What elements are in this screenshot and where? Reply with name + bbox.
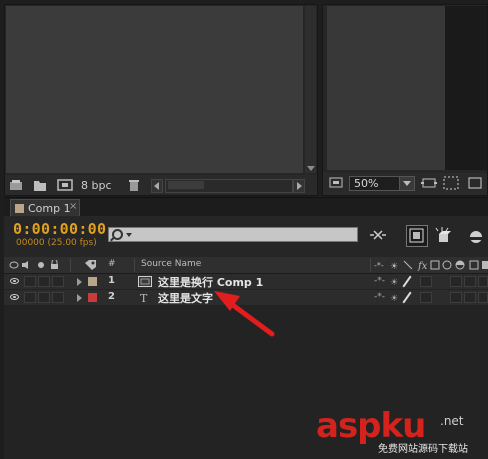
scroll-left-button[interactable]	[151, 179, 163, 193]
project-panel: 8 bpc	[4, 4, 318, 196]
layer-row-1[interactable]: 1 这里是换行 Comp 1 -*- ☀	[4, 274, 488, 290]
composition-mini-flowchart-icon[interactable]	[368, 225, 388, 245]
project-bottom-bar: 8 bpc	[5, 175, 317, 195]
scrollbar-thumb[interactable]	[168, 181, 204, 189]
visibility-eye-icon[interactable]	[10, 278, 19, 284]
title-safe-grid-icon[interactable]	[443, 176, 459, 190]
horizontal-scrollbar-track[interactable]	[165, 179, 293, 193]
comp-color-swatch	[15, 204, 24, 213]
delete-trash-icon[interactable]	[127, 179, 141, 191]
zoom-value: 50%	[354, 177, 379, 190]
svg-text:☀: ☀	[390, 262, 398, 271]
layer-column-header: # Source Name -*- ☀ fx	[4, 257, 488, 274]
expand-layer-icon[interactable]	[77, 294, 82, 302]
search-dropdown-icon[interactable]	[126, 233, 132, 237]
new-folder-icon[interactable]	[33, 179, 47, 191]
3d-layer-switch[interactable]	[478, 276, 488, 287]
draft-3d-icon[interactable]	[406, 225, 428, 247]
arrow-right-icon	[297, 182, 302, 190]
viewer-bottom-bar: 50%	[323, 173, 487, 195]
current-time-display[interactable]: 0:00:00:00	[13, 220, 106, 238]
layer-label-color[interactable]	[88, 293, 97, 302]
scroll-down-icon[interactable]	[307, 166, 315, 171]
fit-view-icon[interactable]	[421, 177, 437, 189]
column-separator[interactable]	[134, 258, 135, 272]
svg-text:☀: ☀	[390, 294, 398, 302]
3d-layer-switch[interactable]	[478, 292, 488, 303]
adjustment-switch[interactable]	[464, 292, 476, 303]
audio-toggle[interactable]	[24, 276, 36, 287]
project-items-area[interactable]	[6, 6, 303, 173]
solo-toggle[interactable]	[38, 276, 50, 287]
new-composition-icon[interactable]	[57, 179, 73, 191]
layer-row-2[interactable]: 2 T 这里是文字 -*- ☀	[4, 290, 488, 306]
column-source-name[interactable]: Source Name	[141, 259, 201, 269]
expand-layer-icon[interactable]	[77, 278, 82, 286]
tab-label: Comp 1	[28, 202, 71, 215]
effect-switch[interactable]	[420, 276, 432, 287]
effect-switch[interactable]	[420, 292, 432, 303]
audio-toggle[interactable]	[24, 292, 36, 303]
svg-text:T: T	[140, 292, 148, 303]
label-tag-icon	[85, 260, 96, 270]
text-layer-icon: T	[140, 292, 148, 303]
frame-blending-icon[interactable]	[466, 225, 486, 245]
scroll-right-button[interactable]	[293, 179, 305, 193]
motion-blur-switch[interactable]	[450, 292, 462, 303]
column-separator[interactable]	[70, 258, 71, 272]
tab-comp-1[interactable]: Comp 1 ×	[10, 199, 80, 216]
switches-header-icons: -*- ☀ fx	[374, 260, 488, 271]
svg-text:-*-: -*-	[374, 261, 384, 270]
close-tab-icon[interactable]: ×	[69, 201, 77, 212]
watermark-suffix: .net	[440, 414, 464, 428]
arrow-left-icon	[154, 182, 159, 190]
hide-shy-layers-icon[interactable]	[432, 225, 452, 245]
column-hash[interactable]: #	[108, 259, 116, 269]
composition-canvas[interactable]	[327, 6, 487, 170]
watermark-subtitle: 免费网站源码下载站	[378, 444, 468, 455]
frame-rate-readout: 00000 (25.00 fps)	[16, 238, 97, 248]
solo-toggle[interactable]	[38, 292, 50, 303]
lock-toggle[interactable]	[52, 292, 64, 303]
svg-text:☀: ☀	[390, 278, 398, 286]
chevron-down-icon	[399, 177, 414, 190]
comp-frame-area	[445, 6, 487, 170]
bpc-label[interactable]: 8 bpc	[81, 179, 112, 192]
magnification-dropdown[interactable]: 50%	[349, 176, 415, 191]
motion-blur-switch[interactable]	[450, 276, 462, 287]
layer-number: 2	[108, 291, 115, 302]
always-preview-icon[interactable]	[329, 177, 343, 189]
lock-toggle[interactable]	[52, 276, 64, 287]
quality-switch-icon[interactable]	[402, 291, 412, 304]
quality-switch-icon[interactable]	[402, 275, 412, 288]
column-separator[interactable]	[370, 258, 371, 272]
layer-name[interactable]: 这里是换行 Comp 1	[158, 274, 263, 290]
av-features-header-icons	[9, 260, 58, 269]
interpret-footage-icon[interactable]	[9, 179, 23, 191]
layer-search-input[interactable]	[108, 227, 358, 242]
adjustment-switch[interactable]	[464, 276, 476, 287]
shy-switch[interactable]: -*-	[374, 276, 385, 286]
collapse-switch-icon[interactable]: ☀	[390, 292, 400, 302]
layer-number: 1	[108, 275, 115, 286]
shy-switch[interactable]: -*-	[374, 292, 385, 302]
collapse-switch-icon[interactable]: ☀	[390, 276, 400, 286]
project-vertical-scrollbar[interactable]	[305, 6, 316, 173]
svg-text:fx: fx	[417, 261, 428, 271]
layer-name[interactable]: 这里是文字	[158, 290, 213, 306]
composition-viewer-panel: 50%	[322, 4, 488, 196]
comp-icon	[138, 276, 152, 287]
timeline-tab-bar: Comp 1 ×	[4, 198, 488, 216]
region-of-interest-icon[interactable]	[467, 176, 483, 190]
layer-label-color[interactable]	[88, 277, 97, 286]
visibility-eye-icon[interactable]	[10, 294, 19, 300]
